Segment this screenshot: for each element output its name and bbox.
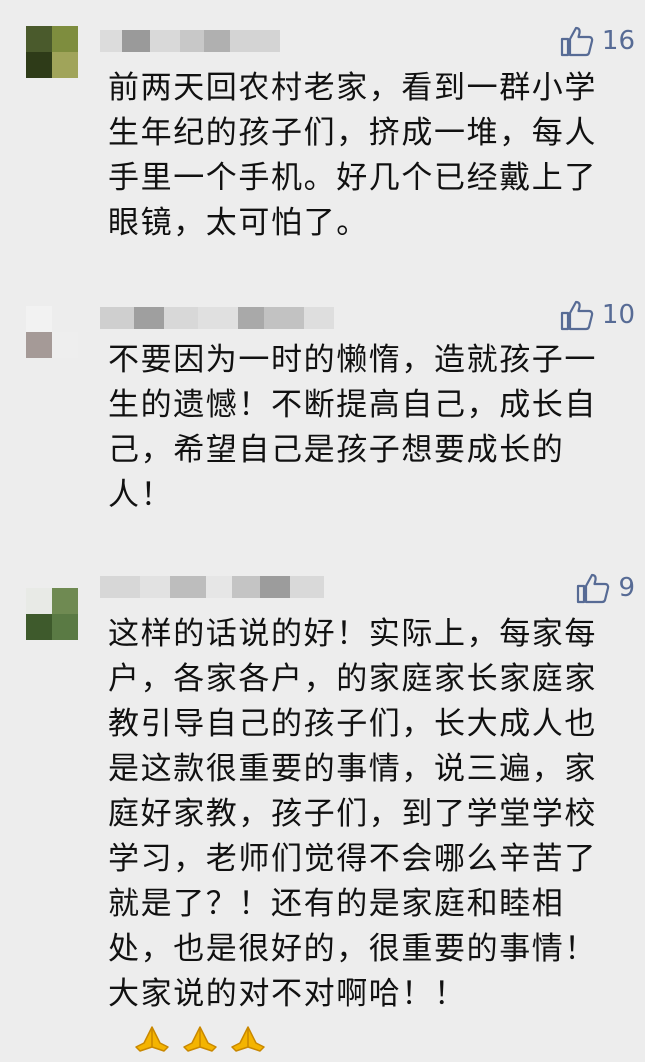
folded-hands-icon <box>135 1026 169 1052</box>
avatar[interactable] <box>26 306 78 358</box>
comment-text: 不要因为一时的懒惰，造就孩子一生的遗憾！不断提高自己，成长自己，希望自己是孩子想… <box>108 342 597 513</box>
like-count: 9 <box>618 573 635 603</box>
blurred-username[interactable] <box>100 305 334 331</box>
like-button[interactable]: 9 <box>576 572 635 604</box>
folded-hands-icon <box>231 1026 265 1052</box>
like-button[interactable]: 10 <box>560 299 635 331</box>
thumbs-up-icon <box>560 300 594 331</box>
comment-text: 这样的话说的好！实际上，每家每户，各家各户，的家庭家长家庭家教引导自己的孩子们，… <box>108 612 613 1062</box>
thumbs-up-icon <box>577 573 610 604</box>
avatar[interactable] <box>26 588 78 640</box>
like-count: 10 <box>601 300 635 330</box>
avatar[interactable] <box>26 26 78 78</box>
thumbs-up-icon <box>560 26 594 57</box>
blurred-username[interactable] <box>100 28 280 54</box>
like-button[interactable]: 16 <box>560 25 635 57</box>
folded-hands-icon <box>183 1026 217 1052</box>
comment-text-content: 这样的话说的好！实际上，每家每户，各家各户，的家庭家长家庭家教引导自己的孩子们，… <box>108 616 597 1012</box>
blurred-username[interactable] <box>100 574 324 600</box>
like-count: 16 <box>601 26 635 56</box>
comment-text: 前两天回农村老家，看到一群小学生年纪的孩子们，挤成一堆，每人手里一个手机。好几个… <box>108 70 597 241</box>
emoji-group <box>132 1023 268 1055</box>
